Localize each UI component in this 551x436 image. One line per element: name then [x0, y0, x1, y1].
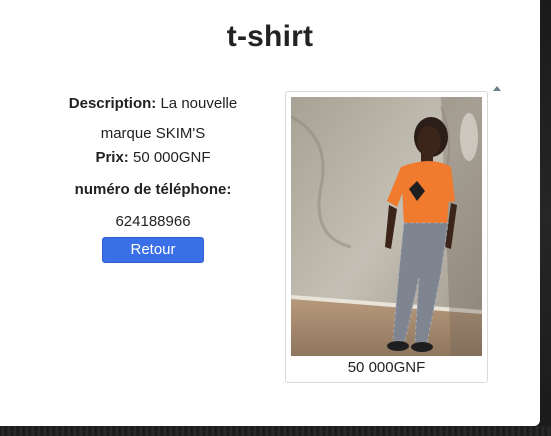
description-value-1: La nouvelle	[160, 95, 238, 112]
description-value-2: marque SKIM'S	[100, 125, 206, 142]
product-modal: t-shirt Description: La nouvelle marque …	[0, 0, 540, 426]
price-line: Prix: 50 000GNF	[52, 146, 254, 170]
description-line: Description: La nouvelle	[52, 92, 254, 116]
description-line-2: marque SKIM'S	[52, 122, 254, 146]
scroll-up-icon[interactable]	[493, 86, 501, 91]
backdrop-right	[540, 0, 551, 436]
page-title: t-shirt	[226, 20, 314, 53]
price-label: Prix:	[95, 149, 129, 166]
product-photo[interactable]	[291, 97, 482, 356]
back-button[interactable]: Retour	[102, 237, 204, 263]
card-price: 50 000GNF	[347, 359, 426, 376]
description-label: Description:	[68, 95, 157, 112]
phone-value: 624188966	[115, 213, 191, 230]
backdrop-bottom	[0, 426, 551, 436]
product-photo-image	[291, 97, 482, 356]
phone-label-line: numéro de téléphone:	[52, 178, 254, 202]
product-card[interactable]: 50 000GNF	[285, 91, 488, 383]
phone-label: numéro de téléphone:	[74, 181, 232, 198]
price-value: 50 000GNF	[132, 149, 211, 166]
